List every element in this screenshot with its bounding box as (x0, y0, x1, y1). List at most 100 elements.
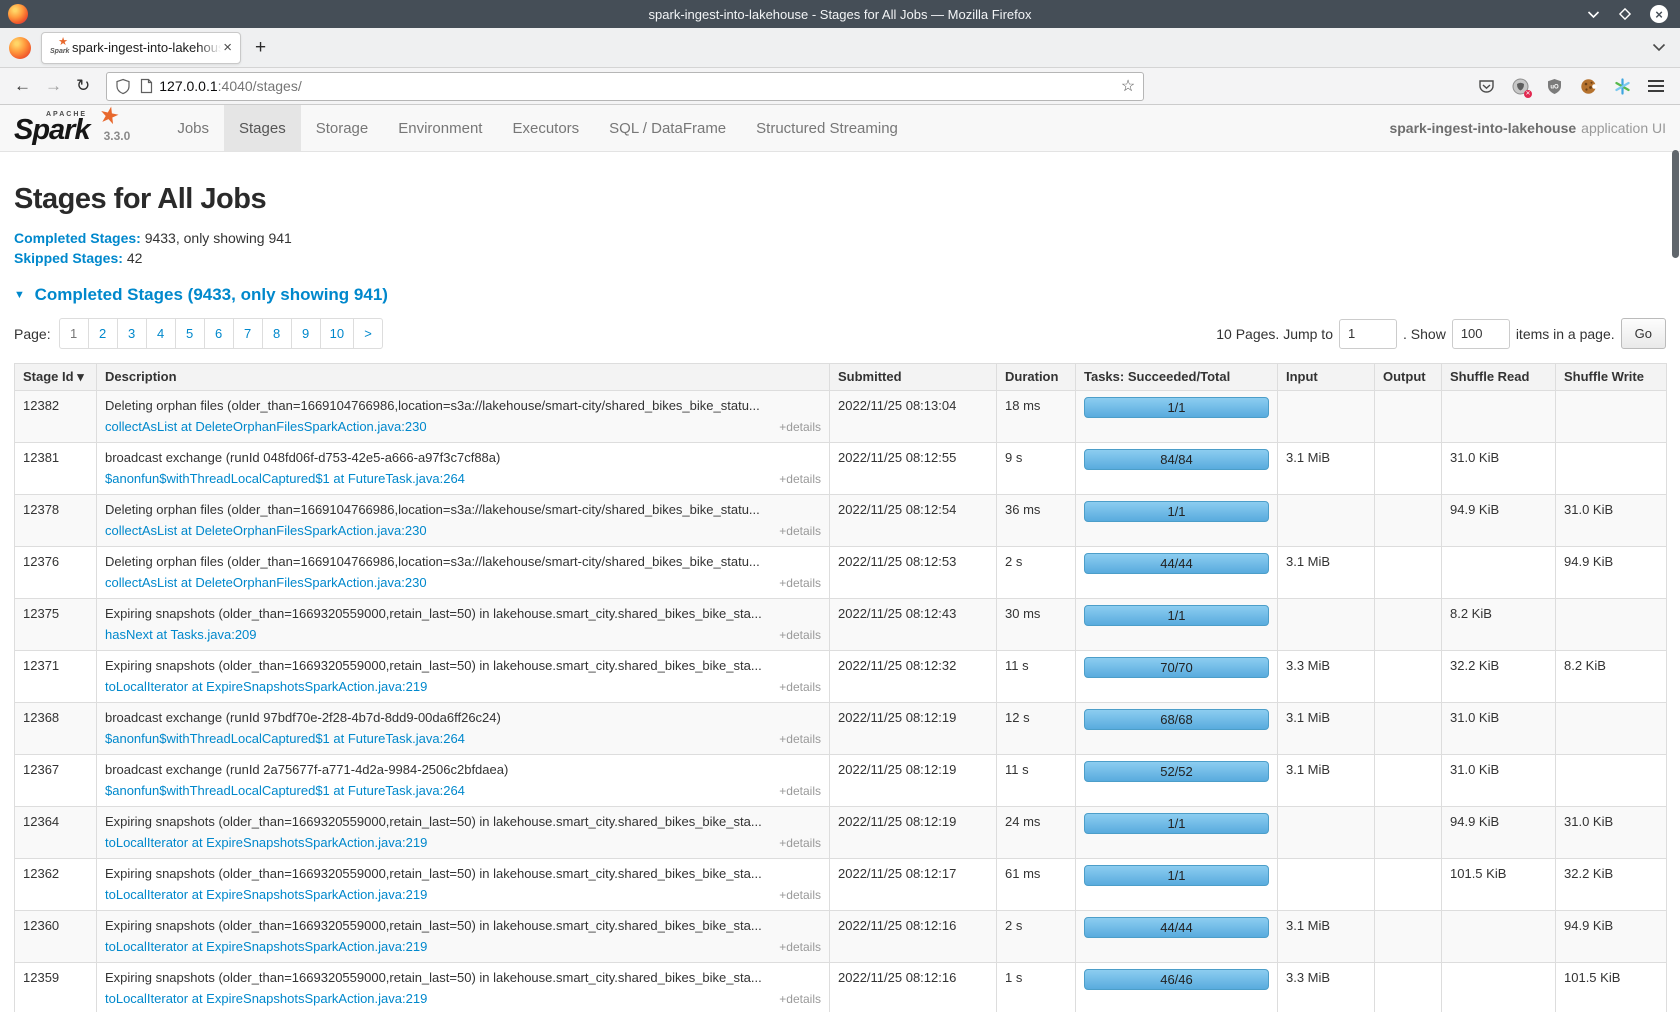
page-button-10[interactable]: 10 (320, 318, 354, 349)
maximize-button[interactable] (1618, 7, 1632, 21)
input-cell (1278, 495, 1375, 547)
go-button[interactable]: Go (1621, 318, 1666, 349)
details-toggle[interactable]: +details (779, 573, 821, 593)
page-button-6[interactable]: 6 (204, 318, 234, 349)
input-cell: 3.1 MiB (1278, 755, 1375, 807)
column-header-duration[interactable]: Duration (997, 364, 1076, 391)
nav-item-structured-streaming[interactable]: Structured Streaming (741, 105, 913, 151)
details-toggle[interactable]: +details (779, 625, 821, 645)
duration-cell: 11 s (997, 651, 1076, 703)
container-mask-icon[interactable]: ✕ (1512, 78, 1529, 95)
stage-callsite-link[interactable]: $anonfun$withThreadLocalCaptured$1 at Fu… (105, 469, 465, 489)
firefox-icon[interactable] (9, 37, 31, 59)
column-header-description[interactable]: Description (97, 364, 830, 391)
stage-callsite-link[interactable]: hasNext at Tasks.java:209 (105, 625, 257, 645)
column-header-output[interactable]: Output (1375, 364, 1442, 391)
close-button[interactable]: × (1650, 5, 1668, 23)
column-header-shuffle-write[interactable]: Shuffle Write (1556, 364, 1667, 391)
stage-callsite-link[interactable]: $anonfun$withThreadLocalCaptured$1 at Fu… (105, 729, 465, 749)
details-toggle[interactable]: +details (779, 729, 821, 749)
url-bar[interactable]: 127.0.0.1:4040/stages/ ☆ (106, 72, 1144, 101)
stage-description: Expiring snapshots (older_than=166932055… (105, 968, 821, 988)
details-toggle[interactable]: +details (779, 937, 821, 957)
nav-item-storage[interactable]: Storage (301, 105, 384, 151)
page-scrollbar[interactable] (1671, 106, 1680, 1012)
new-tab-button[interactable]: + (255, 37, 266, 59)
minimize-button[interactable] (1587, 10, 1600, 19)
column-header-stage-id[interactable]: Stage Id ▾ (15, 364, 97, 391)
stage-callsite-link[interactable]: toLocalIterator at ExpireSnapshotsSparkA… (105, 833, 427, 853)
stage-callsite-link[interactable]: collectAsList at DeleteOrphanFilesSparkA… (105, 417, 427, 437)
stage-description: broadcast exchange (runId 048fd06f-d753-… (105, 448, 821, 468)
submitted-cell: 2022/11/25 08:12:19 (830, 755, 997, 807)
spark-logo[interactable]: APACHE Spark ★ 3.3.0 (0, 105, 140, 151)
column-header-shuffle-read[interactable]: Shuffle Read (1442, 364, 1556, 391)
page-button-next[interactable]: > (353, 318, 383, 349)
list-tabs-chevron-icon[interactable] (1652, 43, 1666, 52)
stage-callsite-link[interactable]: toLocalIterator at ExpireSnapshotsSparkA… (105, 885, 427, 905)
browser-tab[interactable]: ★ Spark spark-ingest-into-lakehous × (41, 32, 241, 64)
stage-description: broadcast exchange (runId 2a75677f-a771-… (105, 760, 821, 780)
pocket-icon[interactable] (1478, 78, 1495, 95)
tasks-cell: 46/46 (1076, 963, 1278, 1012)
output-cell (1375, 599, 1442, 651)
tasks-cell: 52/52 (1076, 755, 1278, 807)
cookie-icon[interactable] (1580, 78, 1597, 95)
page-button-3[interactable]: 3 (117, 318, 147, 349)
page-button-1[interactable]: 1 (59, 318, 89, 349)
forward-button[interactable]: → (45, 76, 62, 96)
details-toggle[interactable]: +details (779, 885, 821, 905)
stage-callsite-link[interactable]: toLocalIterator at ExpireSnapshotsSparkA… (105, 677, 427, 697)
details-toggle[interactable]: +details (779, 781, 821, 801)
nav-item-jobs[interactable]: Jobs (162, 105, 224, 151)
spark-navbar: APACHE Spark ★ 3.3.0 Jobs Stages Storage… (0, 105, 1680, 152)
menu-icon[interactable] (1648, 80, 1664, 92)
stage-id-cell: 12371 (15, 651, 97, 703)
reload-button[interactable]: ↻ (76, 76, 90, 96)
stage-callsite-link[interactable]: toLocalIterator at ExpireSnapshotsSparkA… (105, 937, 427, 957)
details-toggle[interactable]: +details (779, 833, 821, 853)
page-button-2[interactable]: 2 (88, 318, 118, 349)
nav-item-executors[interactable]: Executors (497, 105, 594, 151)
completed-stages-summary: Completed Stages: 9433, only showing 941 (14, 228, 1666, 248)
task-progress-bar: 1/1 (1084, 865, 1269, 886)
stage-description-cell: Expiring snapshots (older_than=166932055… (97, 911, 830, 963)
bookmark-star-icon[interactable]: ☆ (1121, 76, 1135, 96)
page-button-7[interactable]: 7 (233, 318, 263, 349)
stage-callsite-link[interactable]: collectAsList at DeleteOrphanFilesSparkA… (105, 521, 427, 541)
details-toggle[interactable]: +details (779, 417, 821, 437)
stage-callsite-link[interactable]: toLocalIterator at ExpireSnapshotsSparkA… (105, 989, 427, 1009)
column-header-tasks[interactable]: Tasks: Succeeded/Total (1076, 364, 1278, 391)
page-info-icon[interactable] (140, 78, 153, 94)
stage-callsite-link[interactable]: collectAsList at DeleteOrphanFilesSparkA… (105, 573, 427, 593)
nav-item-sql-dataframe[interactable]: SQL / DataFrame (594, 105, 741, 151)
extension-asterisk-icon[interactable] (1614, 78, 1631, 95)
tracking-shield-icon[interactable] (115, 78, 131, 95)
stage-id-cell: 12382 (15, 391, 97, 443)
stage-description-cell: broadcast exchange (runId 97bdf70e-2f28-… (97, 703, 830, 755)
page-button-8[interactable]: 8 (262, 318, 292, 349)
nav-item-environment[interactable]: Environment (383, 105, 497, 151)
back-button[interactable]: ← (14, 76, 31, 96)
input-cell: 3.3 MiB (1278, 651, 1375, 703)
scrollbar-thumb[interactable] (1672, 150, 1679, 258)
jump-to-page-input[interactable] (1339, 319, 1397, 349)
ublock-origin-icon[interactable]: uO (1546, 78, 1563, 95)
nav-item-stages[interactable]: Stages (224, 105, 301, 151)
stage-callsite-link[interactable]: $anonfun$withThreadLocalCaptured$1 at Fu… (105, 781, 465, 801)
url-text[interactable]: 127.0.0.1:4040/stages/ (159, 78, 1121, 94)
details-toggle[interactable]: +details (779, 989, 821, 1009)
column-header-submitted[interactable]: Submitted (830, 364, 997, 391)
column-header-input[interactable]: Input (1278, 364, 1375, 391)
page-button-5[interactable]: 5 (175, 318, 205, 349)
tab-title: spark-ingest-into-lakehous (72, 40, 221, 55)
tab-close-icon[interactable]: × (221, 39, 234, 56)
completed-stages-section-header[interactable]: ▼ Completed Stages (9433, only showing 9… (14, 285, 1666, 305)
items-per-page-input[interactable] (1452, 319, 1510, 349)
page-button-4[interactable]: 4 (146, 318, 176, 349)
output-cell (1375, 495, 1442, 547)
details-toggle[interactable]: +details (779, 469, 821, 489)
details-toggle[interactable]: +details (779, 677, 821, 697)
details-toggle[interactable]: +details (779, 521, 821, 541)
page-button-9[interactable]: 9 (291, 318, 321, 349)
